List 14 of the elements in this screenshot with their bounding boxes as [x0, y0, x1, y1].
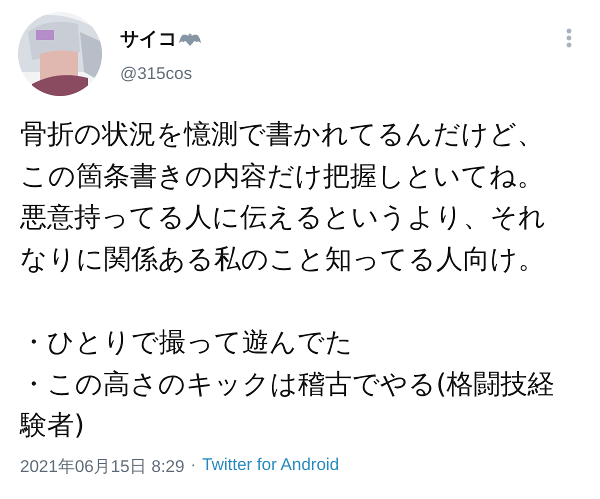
timestamp: 2021年06月15日 8:29	[20, 456, 184, 478]
tweet-text-line: ・この高さのキックは稽古でやる(格闘技経	[20, 368, 556, 402]
tweet-text-line: なりに関係ある私のこと知ってる人向け。	[20, 242, 546, 276]
tweet-text-line: 験者)	[20, 409, 86, 443]
username: @315cos	[120, 64, 194, 84]
tweet-text-line: この箇条書きの内容だけ把握しといてね。	[20, 160, 545, 194]
source-link[interactable]: Twitter for Android	[202, 454, 340, 478]
display-name: サイコ	[120, 27, 177, 52]
tweet-text-line: ・ひとりで撮って遊んでた	[20, 326, 354, 360]
bat-icon	[179, 32, 201, 46]
tweet-text-line: 悪意持ってる人に伝えるというより、それ	[20, 201, 547, 235]
tweet-text-line: 骨折の状況を憶測で書かれてるんだけど、	[20, 118, 545, 152]
more-options-icon[interactable]	[566, 28, 572, 48]
separator-dot: ·	[190, 454, 196, 476]
